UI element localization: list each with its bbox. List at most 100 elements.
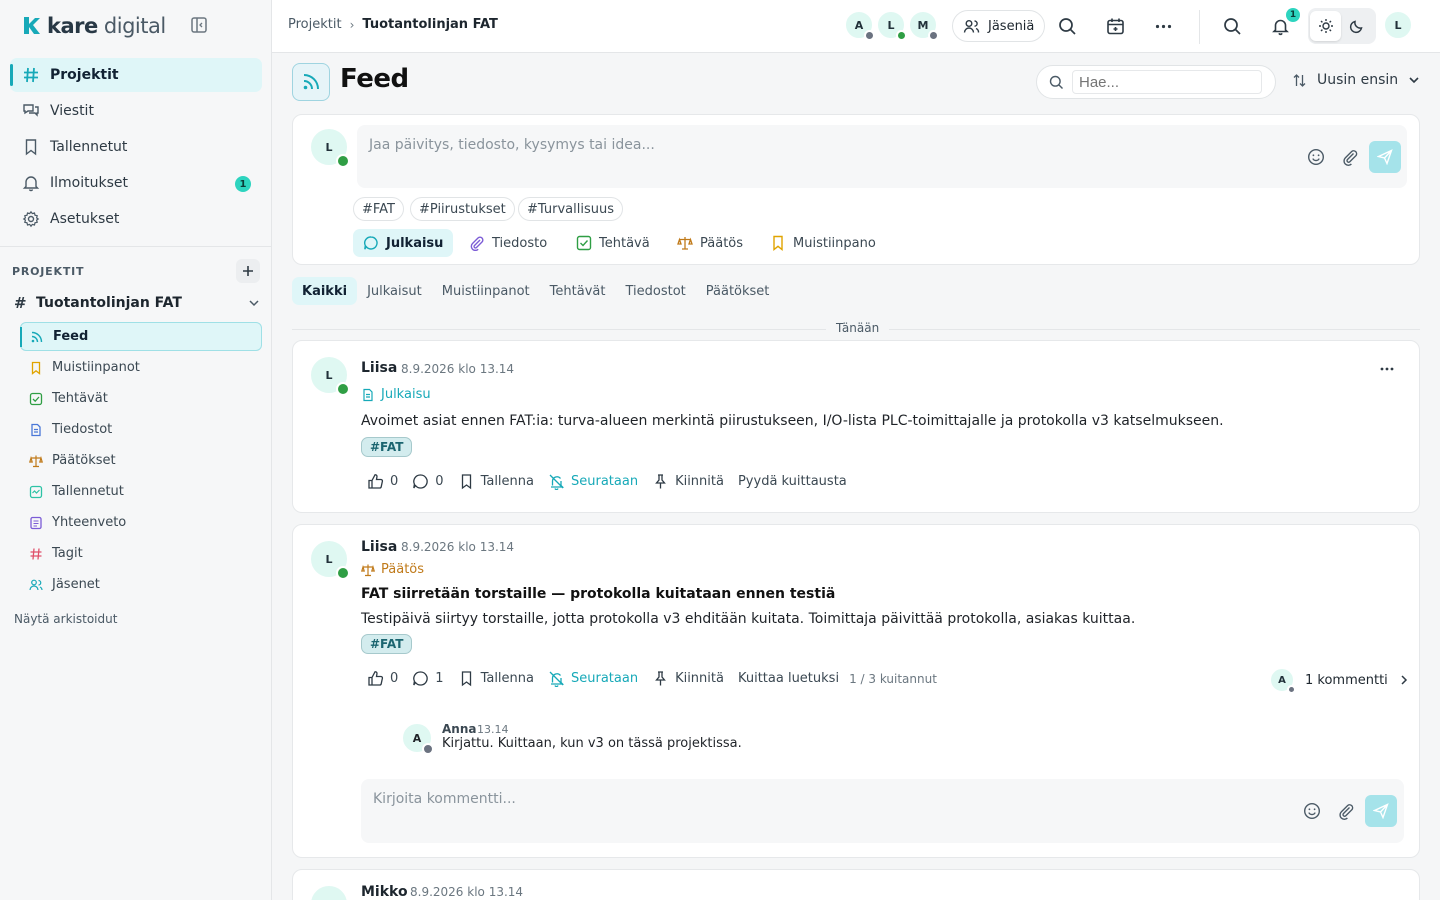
type-tab-paatos[interactable]: Päätös bbox=[667, 229, 753, 257]
more-options-button[interactable] bbox=[1151, 14, 1175, 38]
search-input[interactable] bbox=[1072, 70, 1262, 94]
post-type-badge: Päätös bbox=[361, 562, 424, 577]
composer-avatar: L bbox=[309, 127, 350, 168]
status-dot bbox=[864, 30, 875, 41]
filter-julkaisut[interactable]: Julkaisut bbox=[357, 277, 432, 305]
nav-item-viestit[interactable]: Viestit bbox=[10, 94, 262, 128]
filter-tehtavat[interactable]: Tehtävät bbox=[540, 277, 616, 305]
send-icon bbox=[1377, 149, 1393, 165]
subnav-feed[interactable]: Feed bbox=[20, 322, 262, 351]
project-search-button[interactable] bbox=[1055, 14, 1079, 38]
type-tab-tiedosto[interactable]: Tiedosto bbox=[459, 229, 557, 257]
post-author[interactable]: Liisa bbox=[361, 360, 397, 376]
send-comment-button[interactable] bbox=[1365, 795, 1397, 827]
subnav-tehtavat[interactable]: Tehtävät bbox=[20, 384, 262, 413]
filter-kaikki[interactable]: Kaikki bbox=[292, 277, 358, 305]
users-icon bbox=[963, 19, 980, 33]
members-label: Jäseniä bbox=[988, 18, 1035, 34]
avatar[interactable]: A bbox=[844, 10, 875, 41]
subnav-yhteenveto[interactable]: Yhteenveto bbox=[20, 508, 262, 537]
post-author[interactable]: Liisa bbox=[361, 539, 397, 555]
post-composer: L Jaa päivitys, tiedosto, kysymys tai id… bbox=[292, 114, 1420, 265]
bookmark-icon bbox=[461, 474, 471, 490]
follow-button[interactable]: Seurataan bbox=[548, 473, 638, 490]
request-ack-button[interactable]: Pyydä kuittausta bbox=[738, 474, 847, 489]
comments-link[interactable]: A 1 kommentti bbox=[1269, 667, 1410, 694]
comment-input[interactable]: Kirjoita kommentti... bbox=[361, 779, 1404, 843]
topbar-divider bbox=[1199, 10, 1200, 44]
status-dot bbox=[336, 566, 350, 580]
type-tab-muistiinpano[interactable]: Muistiinpano bbox=[760, 229, 886, 257]
breadcrumb-root[interactable]: Projektit bbox=[288, 17, 342, 32]
suggested-tag[interactable]: #Piirustukset bbox=[410, 197, 515, 221]
subnav-muistiinpanot[interactable]: Muistiinpanot bbox=[20, 353, 262, 382]
filter-paatokset[interactable]: Päätökset bbox=[696, 277, 780, 305]
subnav-tallennetut[interactable]: Tallennetut bbox=[20, 477, 262, 506]
show-archived-link[interactable]: Näytä arkistoidut bbox=[14, 612, 117, 626]
post-body: Testipäivä siirtyy torstaille, jotta pro… bbox=[361, 611, 1136, 627]
comment-author[interactable]: Anna bbox=[442, 722, 476, 736]
save-button[interactable]: Tallenna bbox=[458, 670, 534, 687]
post-avatar[interactable]: L bbox=[309, 355, 350, 396]
post-avatar[interactable]: L bbox=[309, 539, 350, 580]
nav-label: Ilmoitukset bbox=[50, 175, 128, 191]
comment-avatar[interactable]: A bbox=[401, 722, 434, 755]
nav-item-projektit[interactable]: Projektit bbox=[10, 58, 262, 92]
composer-input[interactable]: Jaa päivitys, tiedosto, kysymys tai idea… bbox=[357, 125, 1407, 188]
post-tag[interactable]: #FAT bbox=[361, 437, 413, 457]
tag-icon bbox=[30, 547, 42, 560]
post-author[interactable]: Mikko bbox=[361, 884, 408, 900]
type-tab-julkaisu[interactable]: Julkaisu bbox=[353, 229, 454, 257]
sort-dropdown[interactable]: Uusin ensin bbox=[1292, 72, 1420, 88]
subnav-paatokset[interactable]: Päätökset bbox=[20, 446, 262, 475]
avatar[interactable]: M bbox=[908, 10, 939, 41]
emoji-button[interactable] bbox=[1301, 800, 1323, 822]
suggested-tag[interactable]: #Turvallisuus bbox=[518, 197, 623, 221]
pin-button[interactable]: Kiinnitä bbox=[652, 473, 724, 490]
comment-button[interactable]: 0 bbox=[412, 473, 444, 490]
avatar[interactable]: L bbox=[876, 10, 907, 41]
post-avatar[interactable]: M bbox=[309, 884, 349, 900]
attach-button[interactable] bbox=[1339, 146, 1361, 168]
member-avatars[interactable]: A L M bbox=[844, 10, 939, 41]
like-button[interactable]: 0 bbox=[367, 473, 398, 490]
pin-button[interactable]: Kiinnitä bbox=[652, 670, 724, 687]
brand-logo[interactable]: kare digital bbox=[20, 12, 166, 40]
suggested-tag[interactable]: #FAT bbox=[353, 197, 405, 221]
status-dot bbox=[896, 30, 907, 41]
members-button[interactable]: Jäseniä bbox=[952, 10, 1046, 42]
comment-button[interactable]: 1 bbox=[412, 670, 444, 687]
post-menu-button[interactable] bbox=[1375, 357, 1399, 381]
collapse-sidebar-button[interactable] bbox=[190, 16, 210, 36]
type-tab-tehtava[interactable]: Tehtävä bbox=[566, 229, 660, 257]
composer-placeholder: Jaa päivitys, tiedosto, kysymys tai idea… bbox=[369, 137, 655, 153]
comment-icon bbox=[413, 474, 429, 489]
project-toggle[interactable]: # Tuotantolinjan FAT bbox=[14, 292, 260, 314]
subnav-jasenet[interactable]: Jäsenet bbox=[20, 570, 262, 599]
add-project-button[interactable] bbox=[236, 259, 260, 283]
light-theme-button[interactable] bbox=[1310, 11, 1341, 41]
filter-muistiinpanot[interactable]: Muistiinpanot bbox=[432, 277, 540, 305]
acknowledge-button[interactable]: Kuittaa luetuksi bbox=[738, 671, 839, 686]
emoji-button[interactable] bbox=[1305, 146, 1327, 168]
user-avatar[interactable]: L bbox=[1383, 10, 1413, 40]
nav-item-ilmoitukset[interactable]: Ilmoitukset 1 bbox=[10, 166, 262, 200]
dark-theme-button[interactable] bbox=[1341, 11, 1372, 41]
nav-item-tallennetut[interactable]: Tallennetut bbox=[10, 130, 262, 164]
save-button[interactable]: Tallenna bbox=[458, 473, 534, 490]
calendar-add-icon bbox=[1106, 18, 1124, 34]
nav-item-asetukset[interactable]: Asetukset bbox=[10, 202, 262, 236]
filter-tiedostot[interactable]: Tiedostot bbox=[615, 277, 695, 305]
sidebar-divider bbox=[0, 246, 271, 247]
follow-button[interactable]: Seurataan bbox=[548, 670, 638, 687]
global-search-button[interactable] bbox=[1220, 14, 1244, 38]
calendar-button[interactable] bbox=[1103, 14, 1127, 38]
like-button[interactable]: 0 bbox=[367, 670, 398, 687]
send-post-button[interactable] bbox=[1369, 141, 1401, 173]
subnav-tiedostot[interactable]: Tiedostot bbox=[20, 415, 262, 444]
attach-button[interactable] bbox=[1335, 800, 1357, 822]
post-tag[interactable]: #FAT bbox=[361, 634, 413, 654]
subnav-tagit[interactable]: Tagit bbox=[20, 539, 262, 568]
post-actions: 0 0 Tallenna Seurataan Kiinnitä Pyydä ku… bbox=[367, 473, 861, 490]
emoji-icon bbox=[1303, 802, 1321, 820]
